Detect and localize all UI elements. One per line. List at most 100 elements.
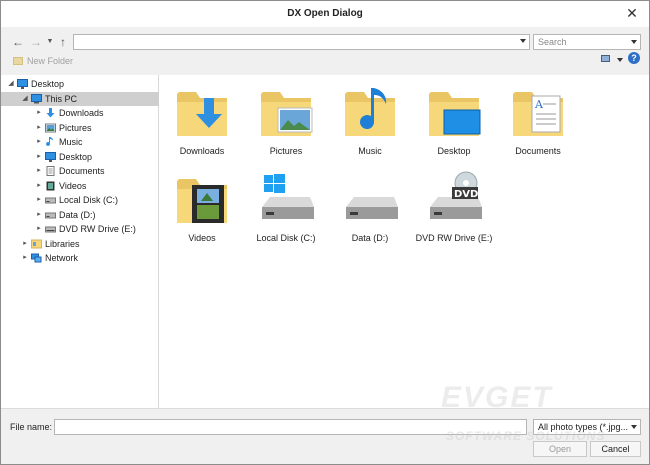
file-item-label: Data (D:) xyxy=(351,233,389,243)
back-arrow-icon[interactable]: ← xyxy=(11,35,25,49)
open-button[interactable]: Open xyxy=(533,441,587,457)
windows-drive-icon xyxy=(258,171,314,227)
expand-arrow-icon[interactable]: ▸ xyxy=(35,106,43,120)
recent-locations-dropdown-icon[interactable]: ▼ xyxy=(43,35,57,49)
file-item-label: Pictures xyxy=(269,146,303,156)
view-mode-button[interactable] xyxy=(601,54,623,64)
videos-folder-icon xyxy=(174,171,230,227)
file-item-label: Documents xyxy=(515,146,561,156)
file-name-label: File name: xyxy=(10,422,53,432)
tree-item-label: Desktop xyxy=(31,79,65,89)
documents-icon xyxy=(45,166,56,176)
file-item[interactable]: Music xyxy=(328,78,412,162)
tree-item[interactable]: ▸ Network xyxy=(1,251,159,265)
expand-arrow-icon[interactable]: ▸ xyxy=(21,251,29,265)
file-item[interactable]: Downloads xyxy=(160,78,244,162)
help-icon[interactable]: ? xyxy=(628,52,640,64)
search-input[interactable]: Search xyxy=(533,34,641,50)
tree-item-label: Downloads xyxy=(59,108,104,118)
tree-item[interactable]: ▸ Libraries xyxy=(1,237,159,251)
file-item-label: Videos xyxy=(188,233,216,243)
view-mode-icon xyxy=(601,55,610,62)
file-item-label: Local Disk (C:) xyxy=(256,233,316,243)
cancel-button[interactable]: Cancel xyxy=(590,441,641,457)
desktop-icon xyxy=(45,151,56,162)
downloads-icon xyxy=(45,108,56,118)
forward-arrow-icon[interactable]: → xyxy=(29,35,43,49)
desktop-folder-icon xyxy=(426,84,482,140)
collapse-arrow-icon[interactable]: ◢ xyxy=(7,77,15,91)
pc-icon xyxy=(31,93,42,104)
tree-item[interactable]: ◢ Desktop xyxy=(1,77,159,91)
expand-arrow-icon[interactable]: ▸ xyxy=(35,179,43,193)
videos-icon xyxy=(45,181,56,191)
file-view: Downloads Pictures Music Desktop A Documents V… xyxy=(160,75,649,408)
tree-item-label: This PC xyxy=(45,93,78,104)
tree-item-label: Network xyxy=(45,253,79,263)
dvd-drive-icon: DVD xyxy=(426,171,482,227)
expand-arrow-icon[interactable]: ▸ xyxy=(35,121,43,135)
tree-item[interactable]: ◢ This PC xyxy=(1,91,159,106)
folder-tree: ◢ Desktop ◢ This PC ▸ Downloads ▸ Pictures ▸ Musi… xyxy=(1,75,159,408)
dialog-title: DX Open Dialog xyxy=(287,8,363,19)
pictures-icon xyxy=(45,123,56,133)
downloads-folder-icon xyxy=(174,84,230,140)
expand-arrow-icon[interactable]: ▸ xyxy=(21,237,29,251)
tree-item[interactable]: ▸ Documents xyxy=(1,164,159,178)
tree-item[interactable]: ▸ Desktop xyxy=(1,150,159,164)
expand-arrow-icon[interactable]: ▸ xyxy=(35,222,43,236)
up-arrow-icon[interactable]: ↑ xyxy=(56,35,70,49)
address-dropdown-icon[interactable] xyxy=(520,39,526,43)
watermark-tagline: SOFTWARE SOLUTIONS xyxy=(446,429,606,443)
watermark-logo: EVGET xyxy=(441,381,553,414)
pictures-folder-icon xyxy=(258,84,314,140)
tree-item[interactable]: ▸ Local Disk (C:) xyxy=(1,193,159,207)
close-icon[interactable]: ✕ xyxy=(625,5,639,21)
tree-item[interactable]: ▸ Pictures xyxy=(1,121,159,135)
file-item[interactable]: Data (D:) xyxy=(328,165,412,249)
tree-item-label: Music xyxy=(59,137,83,147)
address-bar[interactable] xyxy=(73,34,530,50)
file-item[interactable]: Videos xyxy=(160,165,244,249)
drive-icon xyxy=(45,210,56,220)
new-folder-button[interactable]: New Folder xyxy=(13,55,73,67)
file-item[interactable]: Local Disk (C:) xyxy=(244,165,328,249)
tree-item-label: Videos xyxy=(59,180,87,191)
open-dialog-window: DX Open Dialog ✕ ← → ▼ ↑ Search New Fold… xyxy=(0,0,650,465)
documents-folder-icon: A xyxy=(510,84,566,140)
expand-arrow-icon[interactable]: ▸ xyxy=(35,208,43,222)
tree-item[interactable]: ▸ Downloads xyxy=(1,106,159,120)
file-item-label: Desktop xyxy=(437,146,471,156)
expand-arrow-icon[interactable]: ▸ xyxy=(35,135,43,149)
expand-arrow-icon[interactable]: ▸ xyxy=(35,164,43,178)
svg-text:A: A xyxy=(534,98,544,111)
tree-item-label: Local Disk (C:) xyxy=(59,195,119,205)
file-type-dropdown-icon[interactable] xyxy=(631,425,637,429)
tree-item-label: Documents xyxy=(59,166,105,176)
network-icon xyxy=(31,253,42,263)
desktop-icon xyxy=(17,79,28,89)
view-mode-dropdown-icon[interactable] xyxy=(617,58,623,62)
file-item[interactable]: Pictures xyxy=(244,78,328,162)
tree-item-label: Data (D:) xyxy=(59,209,96,220)
expand-arrow-icon[interactable]: ▸ xyxy=(35,193,43,207)
collapse-arrow-icon[interactable]: ◢ xyxy=(21,92,29,106)
tree-item-label: DVD RW Drive (E:) xyxy=(59,224,136,234)
file-item[interactable]: DVD DVD RW Drive (E:) xyxy=(412,165,496,249)
toolbar: ← → ▼ ↑ Search New Folder ? xyxy=(1,27,649,75)
file-item[interactable]: A Documents xyxy=(496,78,580,162)
search-dropdown-icon[interactable] xyxy=(631,40,637,44)
tree-item[interactable]: ▸ Videos xyxy=(1,179,159,193)
tree-item[interactable]: ▸ Music xyxy=(1,135,159,149)
file-item-label: DVD RW Drive (E:) xyxy=(415,233,493,243)
tree-item[interactable]: ▸ Data (D:) xyxy=(1,208,159,222)
libraries-icon xyxy=(31,239,42,249)
title-bar: DX Open Dialog ✕ xyxy=(1,1,649,27)
file-item[interactable]: Desktop xyxy=(412,78,496,162)
tree-item-label: Pictures xyxy=(59,122,92,133)
tree-item-label: Libraries xyxy=(45,238,80,249)
tree-item[interactable]: ▸ DVD RW Drive (E:) xyxy=(1,222,159,236)
svg-text:DVD: DVD xyxy=(454,189,478,200)
expand-arrow-icon[interactable]: ▸ xyxy=(35,150,43,164)
new-folder-icon xyxy=(13,57,23,65)
